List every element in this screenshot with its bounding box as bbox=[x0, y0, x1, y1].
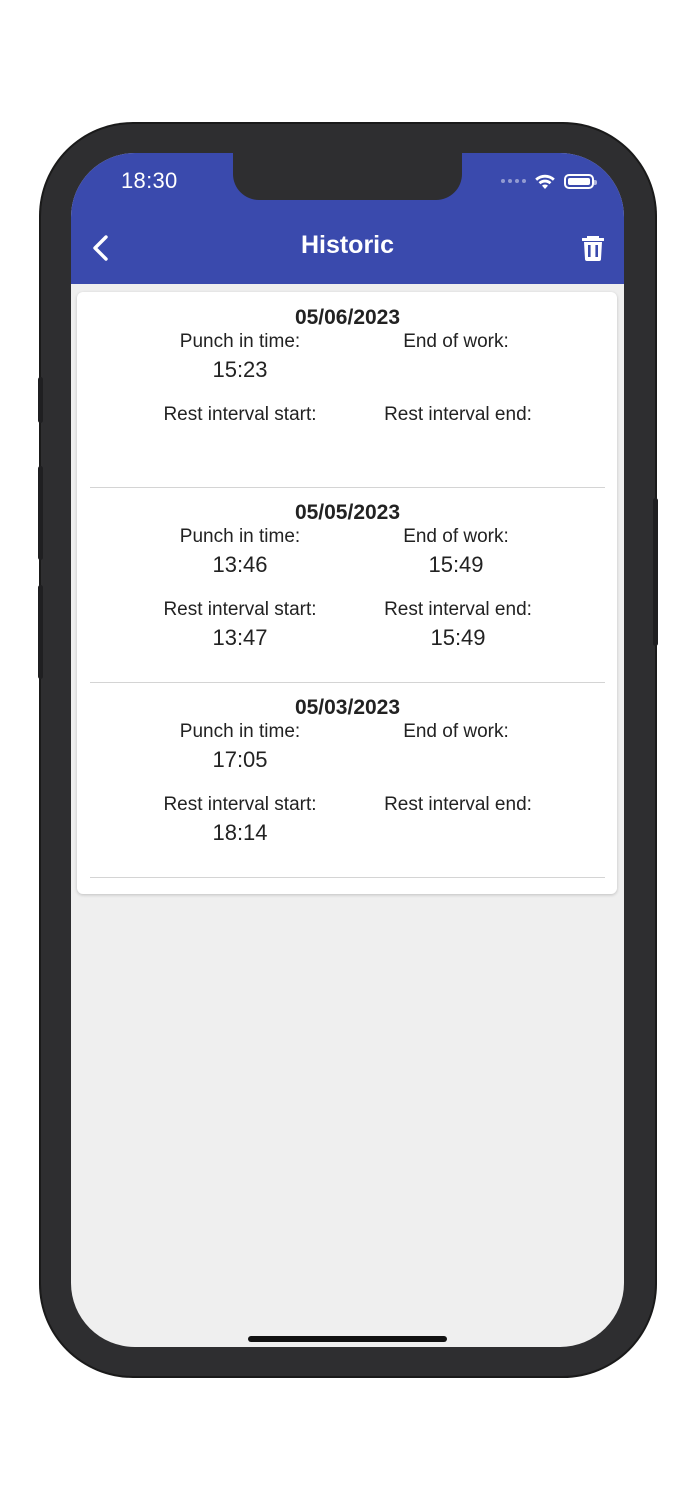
end-of-work-label: End of work: bbox=[403, 331, 509, 352]
history-entry: 05/06/2023 Punch in time: 15:23 End of w… bbox=[90, 292, 605, 488]
screen: 18:30 Historic 05/06/2023 Punch in time:… bbox=[71, 153, 624, 1347]
history-entry: 05/03/2023 Punch in time: 17:05 End of w… bbox=[90, 682, 605, 878]
signal-icon bbox=[501, 179, 526, 183]
home-indicator[interactable] bbox=[248, 1336, 447, 1342]
end-of-work-cell: End of work: 15:49 bbox=[366, 525, 546, 579]
history-entry: 05/05/2023 Punch in time: 13:46 End of w… bbox=[90, 487, 605, 683]
rest-start-value: 13:47 bbox=[212, 625, 268, 650]
battery-icon bbox=[564, 173, 597, 189]
rest-end-label: Rest interval end: bbox=[384, 599, 532, 620]
punch-in-label: Punch in time: bbox=[179, 331, 301, 352]
notch bbox=[233, 153, 462, 200]
end-of-work-value: 15:49 bbox=[428, 552, 484, 577]
end-of-work-label: End of work: bbox=[403, 526, 509, 547]
rest-end-cell: Rest interval end: bbox=[342, 403, 574, 457]
end-of-work-cell: End of work: bbox=[366, 720, 546, 774]
rest-start-value bbox=[120, 429, 360, 457]
rest-end-label: Rest interval end: bbox=[384, 404, 532, 425]
app-bar: 18:30 Historic bbox=[71, 153, 624, 284]
end-of-work-cell: End of work: bbox=[366, 330, 546, 384]
rest-end-cell: Rest interval end: bbox=[342, 793, 574, 847]
punch-in-label: Punch in time: bbox=[179, 526, 301, 547]
rest-end-value bbox=[342, 819, 574, 847]
rest-end-cell: Rest interval end: 15:49 bbox=[342, 598, 574, 652]
end-of-work-value bbox=[366, 746, 546, 774]
punch-in-cell: Punch in time: 13:46 bbox=[150, 525, 330, 579]
rest-start-cell: Rest interval start: bbox=[120, 403, 360, 457]
volume-down-button bbox=[38, 585, 43, 679]
rest-start-label: Rest interval start: bbox=[163, 599, 317, 620]
punch-in-value: 15:23 bbox=[212, 357, 268, 382]
entry-date: 05/03/2023 bbox=[294, 696, 401, 719]
volume-up-button bbox=[38, 466, 43, 560]
entry-date: 05/05/2023 bbox=[294, 501, 401, 524]
punch-in-value: 13:46 bbox=[212, 552, 268, 577]
page-title: Historic bbox=[300, 231, 395, 259]
rest-start-label: Rest interval start: bbox=[163, 794, 317, 815]
rest-start-cell: Rest interval start: 18:14 bbox=[120, 793, 360, 847]
status-icons bbox=[501, 171, 597, 191]
history-card: 05/06/2023 Punch in time: 15:23 End of w… bbox=[77, 292, 617, 894]
rest-end-value: 15:49 bbox=[430, 625, 486, 650]
punch-in-cell: Punch in time: 17:05 bbox=[150, 720, 330, 774]
rest-start-value: 18:14 bbox=[212, 820, 268, 845]
punch-in-cell: Punch in time: 15:23 bbox=[150, 330, 330, 384]
rest-start-cell: Rest interval start: 13:47 bbox=[120, 598, 360, 652]
end-of-work-label: End of work: bbox=[403, 721, 509, 742]
power-button bbox=[653, 498, 658, 646]
entry-date: 05/06/2023 bbox=[294, 306, 401, 329]
punch-in-value: 17:05 bbox=[212, 747, 268, 772]
wifi-icon bbox=[535, 174, 555, 189]
mute-switch bbox=[38, 377, 43, 423]
delete-all-button[interactable] bbox=[576, 231, 610, 265]
trash-icon bbox=[582, 236, 604, 261]
rest-end-value bbox=[342, 429, 574, 457]
rest-end-label: Rest interval end: bbox=[384, 794, 532, 815]
end-of-work-value bbox=[366, 356, 546, 384]
punch-in-label: Punch in time: bbox=[179, 721, 301, 742]
status-time: 18:30 bbox=[121, 168, 178, 193]
rest-start-label: Rest interval start: bbox=[163, 404, 317, 425]
